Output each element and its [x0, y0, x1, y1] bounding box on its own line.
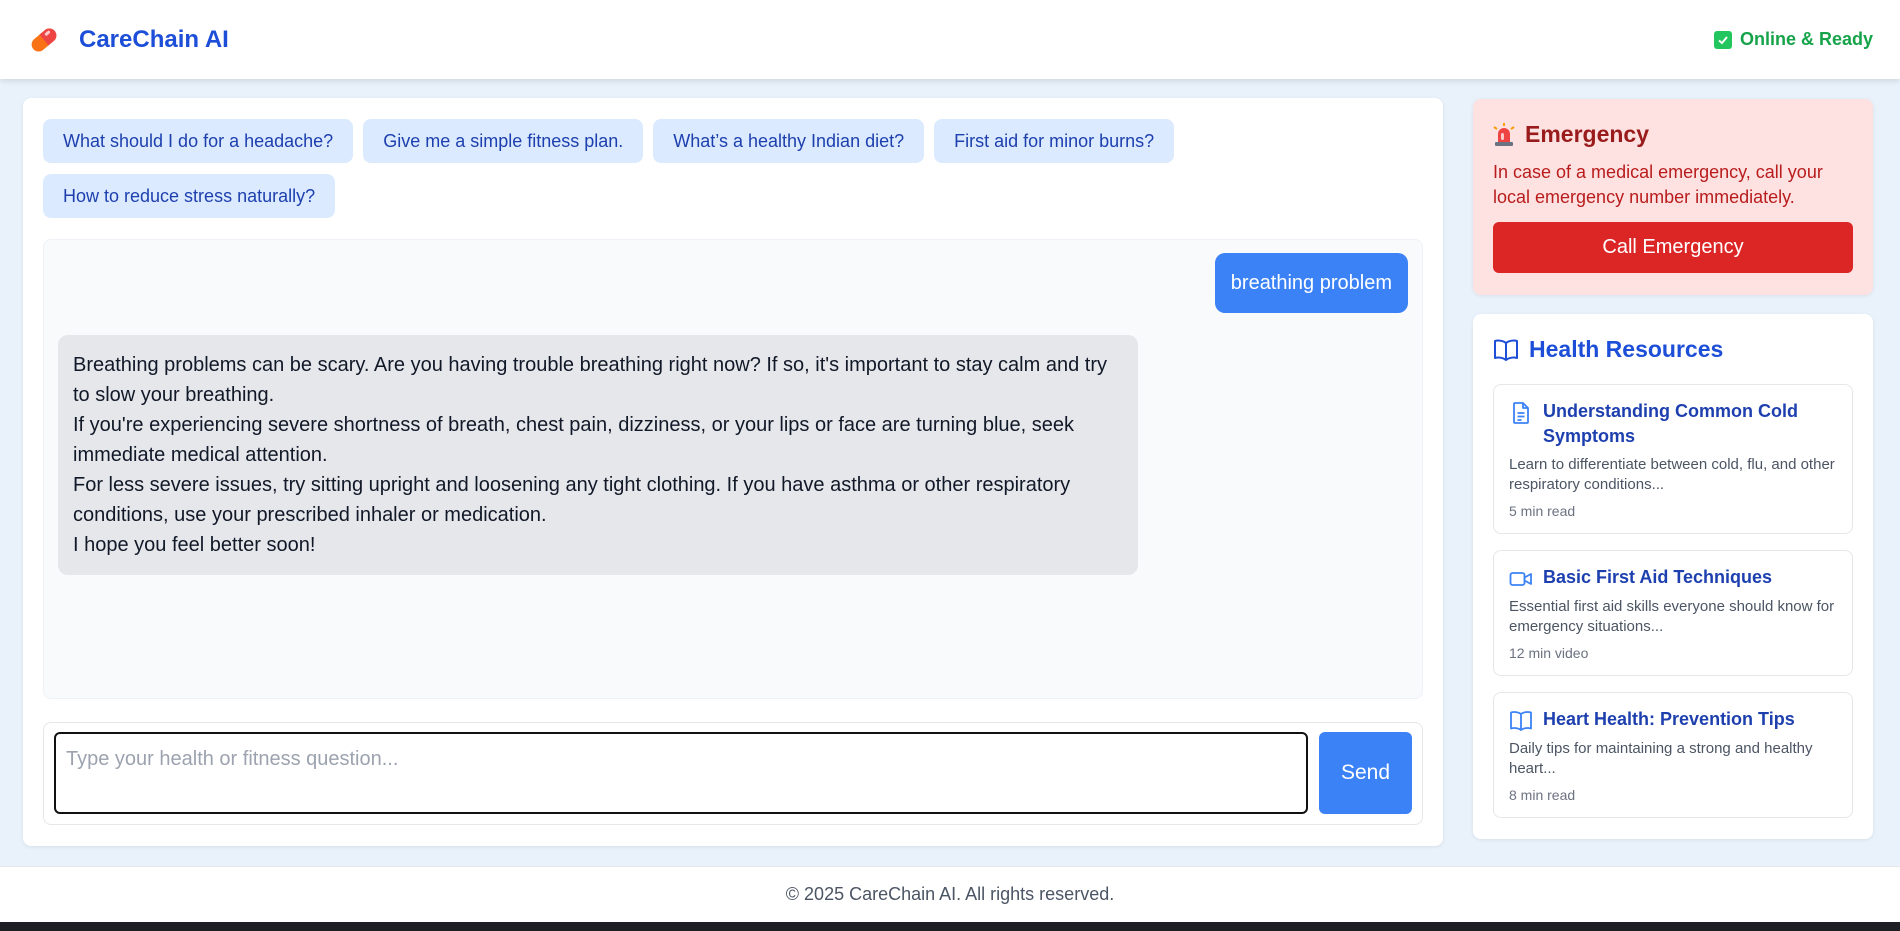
resources-header: Health Resources	[1493, 336, 1853, 363]
suggestion-chips: What should I do for a headache? Give me…	[43, 119, 1423, 218]
call-emergency-button[interactable]: Call Emergency	[1493, 222, 1853, 273]
taskbar-strip	[0, 922, 1900, 931]
resource-card[interactable]: Heart Health: Prevention Tips Daily tips…	[1493, 692, 1853, 818]
bot-message-line: Breathing problems can be scary. Are you…	[73, 354, 1107, 406]
resource-title[interactable]: Basic First Aid Techniques	[1543, 565, 1772, 590]
bot-message: Breathing problems can be scary. Are you…	[58, 335, 1138, 575]
status-indicator: Online & Ready	[1713, 29, 1873, 50]
resource-description: Essential first aid skills everyone shou…	[1509, 598, 1835, 635]
suggestion-chip-fitness[interactable]: Give me a simple fitness plan.	[363, 119, 644, 163]
resource-title[interactable]: Heart Health: Prevention Tips	[1543, 707, 1795, 732]
resources-title: Health Resources	[1529, 336, 1724, 362]
book-open-icon	[1494, 339, 1518, 361]
suggestion-chip-headache[interactable]: What should I do for a headache?	[43, 119, 354, 163]
brand-name: CareChain AI	[79, 25, 229, 53]
input-area: Send	[43, 722, 1423, 825]
copyright-text: © 2025 CareChain AI. All rights reserved…	[785, 884, 1115, 904]
siren-icon	[1493, 122, 1515, 146]
message-list[interactable]: breathing problem Breathing problems can…	[43, 239, 1423, 699]
user-message: breathing problem	[1214, 253, 1408, 313]
check-icon	[1713, 30, 1732, 49]
chat-input[interactable]	[54, 732, 1308, 814]
bot-message-line: I hope you feel better soon!	[73, 534, 316, 556]
resource-card[interactable]: Understanding Common Cold Symptoms Learn…	[1493, 384, 1853, 534]
suggestion-chip-burns[interactable]: First aid for minor burns?	[934, 119, 1175, 163]
resource-card[interactable]: Basic First Aid Techniques Essential fir…	[1493, 550, 1853, 676]
resource-description: Daily tips for maintaining a strong and …	[1509, 740, 1813, 777]
resource-description: Learn to differentiate between cold, flu…	[1509, 456, 1835, 493]
resource-meta: 12 min video	[1509, 645, 1589, 661]
resource-meta: 5 min read	[1509, 503, 1576, 519]
suggestion-chip-diet[interactable]: What’s a healthy Indian diet?	[653, 119, 925, 163]
bot-message-line: If you're experiencing severe shortness …	[73, 414, 1075, 466]
health-resources-panel: Health Resources Understanding Common Co…	[1473, 314, 1873, 839]
emergency-header: Emergency	[1493, 121, 1853, 148]
chat-panel: What should I do for a headache? Give me…	[23, 98, 1443, 846]
emergency-title: Emergency	[1525, 121, 1650, 147]
status-text: Online & Ready	[1739, 29, 1873, 49]
suggestion-chip-stress[interactable]: How to reduce stress naturally?	[43, 174, 336, 218]
pill-icon	[31, 28, 57, 51]
emergency-text: In case of a medical emergency, call you…	[1493, 162, 1823, 207]
brand[interactable]: CareChain AI	[27, 23, 229, 57]
emergency-card: Emergency In case of a medical emergency…	[1473, 99, 1873, 295]
app-header: CareChain AI Online & Ready	[0, 0, 1900, 79]
resource-title[interactable]: Understanding Common Cold Symptoms	[1543, 399, 1837, 449]
send-button[interactable]: Send	[1319, 732, 1412, 814]
book-icon	[1510, 711, 1532, 731]
document-icon	[1513, 402, 1529, 424]
bot-message-line: For less severe issues, try sitting upri…	[73, 474, 1071, 526]
resource-meta: 8 min read	[1509, 787, 1576, 803]
footer: © 2025 CareChain AI. All rights reserved…	[0, 866, 1900, 922]
video-icon	[1509, 572, 1532, 586]
